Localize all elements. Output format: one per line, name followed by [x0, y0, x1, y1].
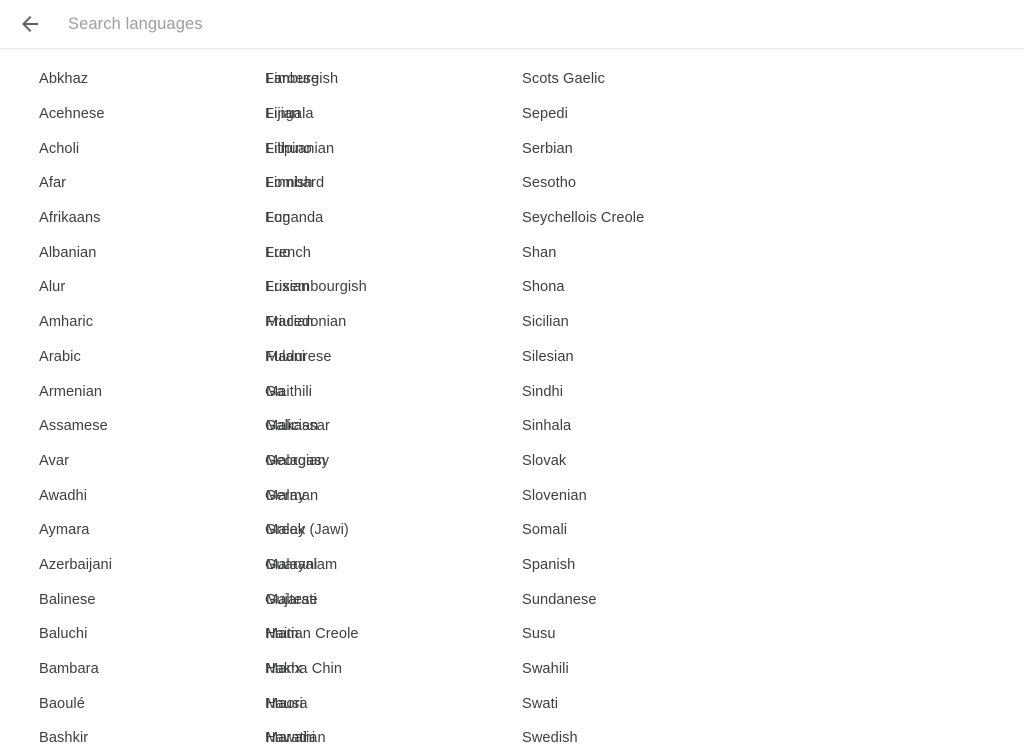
- language-item[interactable]: Makassar: [266, 409, 522, 444]
- language-item[interactable]: Luo: [266, 235, 522, 270]
- language-item[interactable]: Shan: [522, 235, 738, 270]
- language-item[interactable]: Mam: [266, 617, 522, 652]
- language-item[interactable]: Macedonian: [266, 305, 522, 340]
- language-item[interactable]: Maltese: [266, 582, 522, 617]
- language-item[interactable]: Sepedi: [522, 97, 738, 132]
- language-item[interactable]: Madurese: [266, 340, 522, 375]
- language-list-scroll-area[interactable]: Abkhaz Acehnese Acholi Afar Afrikaans Al…: [0, 52, 1024, 746]
- language-item[interactable]: Sundanese: [522, 582, 738, 617]
- language-item[interactable]: Luxembourgish: [266, 270, 522, 305]
- language-item[interactable]: Serbian: [522, 131, 738, 166]
- language-column-3: Limburgish Lingala Lithuanian Lombard Lu…: [266, 62, 522, 746]
- language-item[interactable]: Scots Gaelic: [522, 62, 738, 97]
- language-item[interactable]: Lombard: [266, 166, 522, 201]
- language-item[interactable]: Swati: [522, 686, 738, 721]
- language-item[interactable]: Lithuanian: [266, 131, 522, 166]
- language-item[interactable]: Malay: [266, 478, 522, 513]
- language-item[interactable]: Slovenian: [522, 478, 738, 513]
- language-item[interactable]: Malayalam: [266, 548, 522, 583]
- language-grid: Abkhaz Acehnese Acholi Afar Afrikaans Al…: [0, 52, 1024, 746]
- language-item[interactable]: Manx: [266, 652, 522, 687]
- language-item[interactable]: Marathi: [266, 721, 522, 746]
- language-item[interactable]: Spanish: [522, 548, 738, 583]
- language-column-2: Faroese Fijian Filipino Finnish Fon Fren…: [9, 62, 359, 746]
- language-item[interactable]: Lingala: [266, 97, 522, 132]
- language-item[interactable]: Swedish: [522, 721, 738, 746]
- language-item[interactable]: Malagasy: [266, 444, 522, 479]
- language-item[interactable]: Limburgish: [266, 62, 522, 97]
- language-item[interactable]: Swahili: [522, 652, 738, 687]
- language-item[interactable]: Sinhala: [522, 409, 738, 444]
- language-item[interactable]: Sindhi: [522, 374, 738, 409]
- language-item[interactable]: Somali: [522, 513, 738, 548]
- language-item[interactable]: Susu: [522, 617, 738, 652]
- language-item[interactable]: Silesian: [522, 340, 738, 375]
- search-field-wrapper[interactable]: [50, 0, 1016, 48]
- language-item[interactable]: Sesotho: [522, 166, 738, 201]
- language-column-4: Scots Gaelic Sepedi Serbian Sesotho Seyc…: [522, 62, 738, 746]
- arrow-back-icon: [18, 12, 42, 36]
- language-item[interactable]: Slovak: [522, 444, 738, 479]
- search-input[interactable]: [68, 12, 1016, 36]
- language-picker-screen: Abkhaz Acehnese Acholi Afar Afrikaans Al…: [0, 0, 1024, 746]
- language-item[interactable]: Sicilian: [522, 305, 738, 340]
- language-item[interactable]: Shona: [522, 270, 738, 305]
- language-item[interactable]: Luganda: [266, 201, 522, 236]
- language-item[interactable]: Malay (Jawi): [266, 513, 522, 548]
- language-item[interactable]: Maori: [266, 686, 522, 721]
- search-header: [0, 0, 1024, 48]
- language-item[interactable]: Maithili: [266, 374, 522, 409]
- language-item[interactable]: Seychellois Creole: [522, 201, 738, 236]
- back-button[interactable]: [10, 4, 50, 44]
